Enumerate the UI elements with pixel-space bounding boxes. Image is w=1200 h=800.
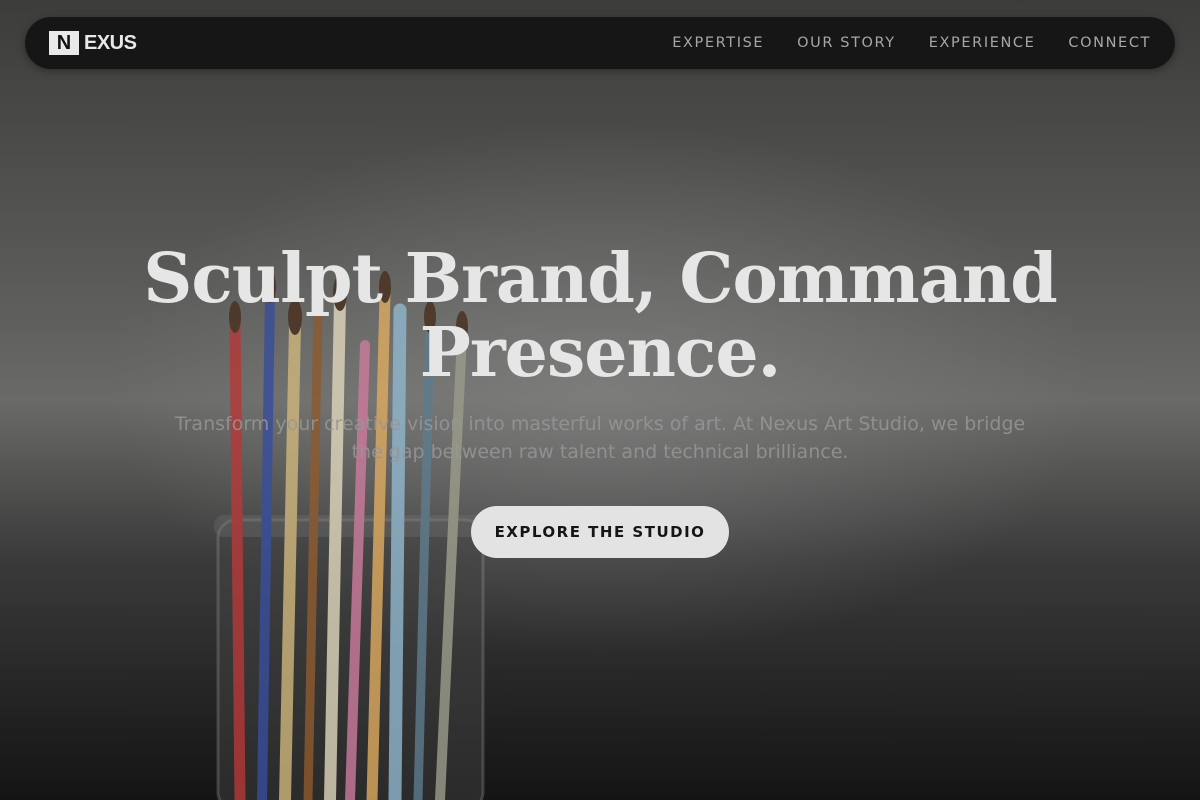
brand-logo[interactable]: N EXUS: [49, 31, 137, 55]
nav-link-connect[interactable]: CONNECT: [1068, 35, 1151, 51]
logo-mark: N: [49, 31, 79, 55]
nav-link-our-story[interactable]: OUR STORY: [797, 35, 896, 51]
top-navigation-bar: N EXUS EXPERTISE OUR STORY EXPERIENCE CO…: [25, 17, 1175, 69]
nav-links: EXPERTISE OUR STORY EXPERIENCE CONNECT: [672, 35, 1151, 51]
hero-background: [0, 0, 1200, 800]
nav-link-experience[interactable]: EXPERIENCE: [929, 35, 1036, 51]
explore-studio-button[interactable]: EXPLORE THE STUDIO: [471, 506, 729, 558]
hero-title-line-2: Presence.: [419, 313, 782, 393]
logo-text: EXUS: [84, 31, 137, 54]
hero-title-line-1: Sculpt Brand, Command: [143, 239, 1058, 319]
hero-title: Sculpt Brand, Command Presence.: [0, 242, 1200, 390]
nav-link-expertise[interactable]: EXPERTISE: [672, 35, 764, 51]
hero-subtitle: Transform your creative vision into mast…: [174, 413, 1026, 463]
